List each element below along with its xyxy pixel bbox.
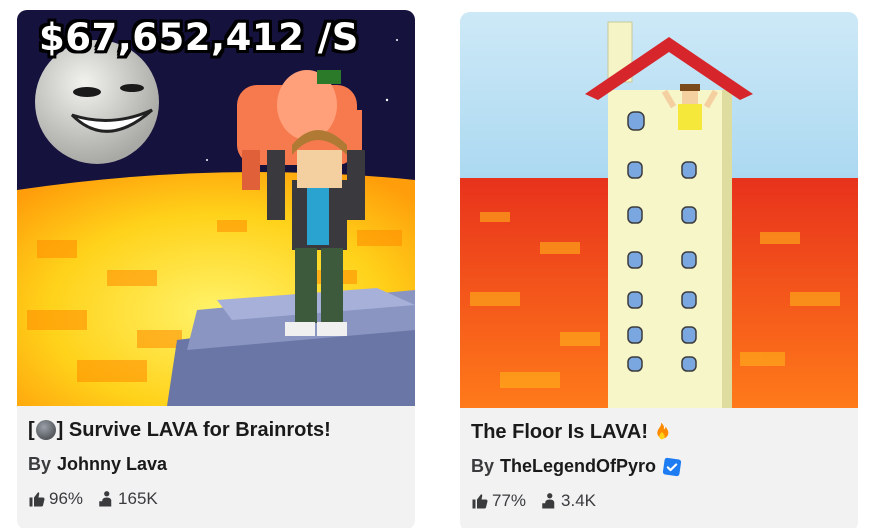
game-stats: 96% 165K xyxy=(28,489,404,509)
creator-line: By Johnny Lava xyxy=(28,454,404,475)
game-stats: 77% 3.4K xyxy=(471,491,847,511)
thumbnail-caption: $67,652,412 /S xyxy=(39,16,359,59)
game-title[interactable]: [ ] Survive LAVA for Brainrots! xyxy=(28,418,404,442)
game-info: [ ] Survive LAVA for Brainrots! By Johnn… xyxy=(17,406,415,509)
game-thumbnail[interactable] xyxy=(460,12,858,408)
thumbnail-image xyxy=(460,12,858,408)
creator-name[interactable]: Johnny Lava xyxy=(57,454,167,475)
creator-line: By TheLegendOfPyro xyxy=(471,456,847,477)
thumbnail-image xyxy=(17,10,415,406)
players-value: 165K xyxy=(118,489,158,508)
title-text: ] Survive LAVA for Brainrots! xyxy=(56,419,331,441)
title-prefix: [ xyxy=(28,419,35,441)
moon-emoji-icon xyxy=(35,420,56,440)
rating-value: 77% xyxy=(492,491,527,510)
game-title[interactable]: The Floor Is LAVA! xyxy=(471,420,847,444)
thumbs-up-icon xyxy=(471,492,489,510)
players-icon xyxy=(540,492,558,510)
players-stat: 165K xyxy=(97,489,158,509)
rating-value: 96% xyxy=(49,489,84,508)
thumbs-up-icon xyxy=(28,490,46,508)
rating-stat: 96% xyxy=(28,489,83,509)
rating-stat: 77% xyxy=(471,491,526,511)
title-text: The Floor Is LAVA! xyxy=(471,421,649,443)
by-label: By xyxy=(471,456,495,476)
players-value: 3.4K xyxy=(561,491,597,510)
game-thumbnail[interactable]: $67,652,412 /S xyxy=(17,10,415,406)
game-card-floor-is-lava[interactable]: The Floor Is LAVA! By TheLegendOfPyro 77… xyxy=(460,12,858,528)
game-card-survive-lava[interactable]: $67,652,412 /S [ ] Survive LAVA for Brai… xyxy=(17,10,415,528)
verified-badge-icon xyxy=(662,457,682,477)
by-label: By xyxy=(28,454,52,474)
creator-name[interactable]: TheLegendOfPyro xyxy=(500,456,656,477)
game-info: The Floor Is LAVA! By TheLegendOfPyro 77… xyxy=(460,408,858,511)
players-icon xyxy=(97,490,115,508)
players-stat: 3.4K xyxy=(540,491,596,511)
fire-emoji-icon xyxy=(650,421,672,443)
